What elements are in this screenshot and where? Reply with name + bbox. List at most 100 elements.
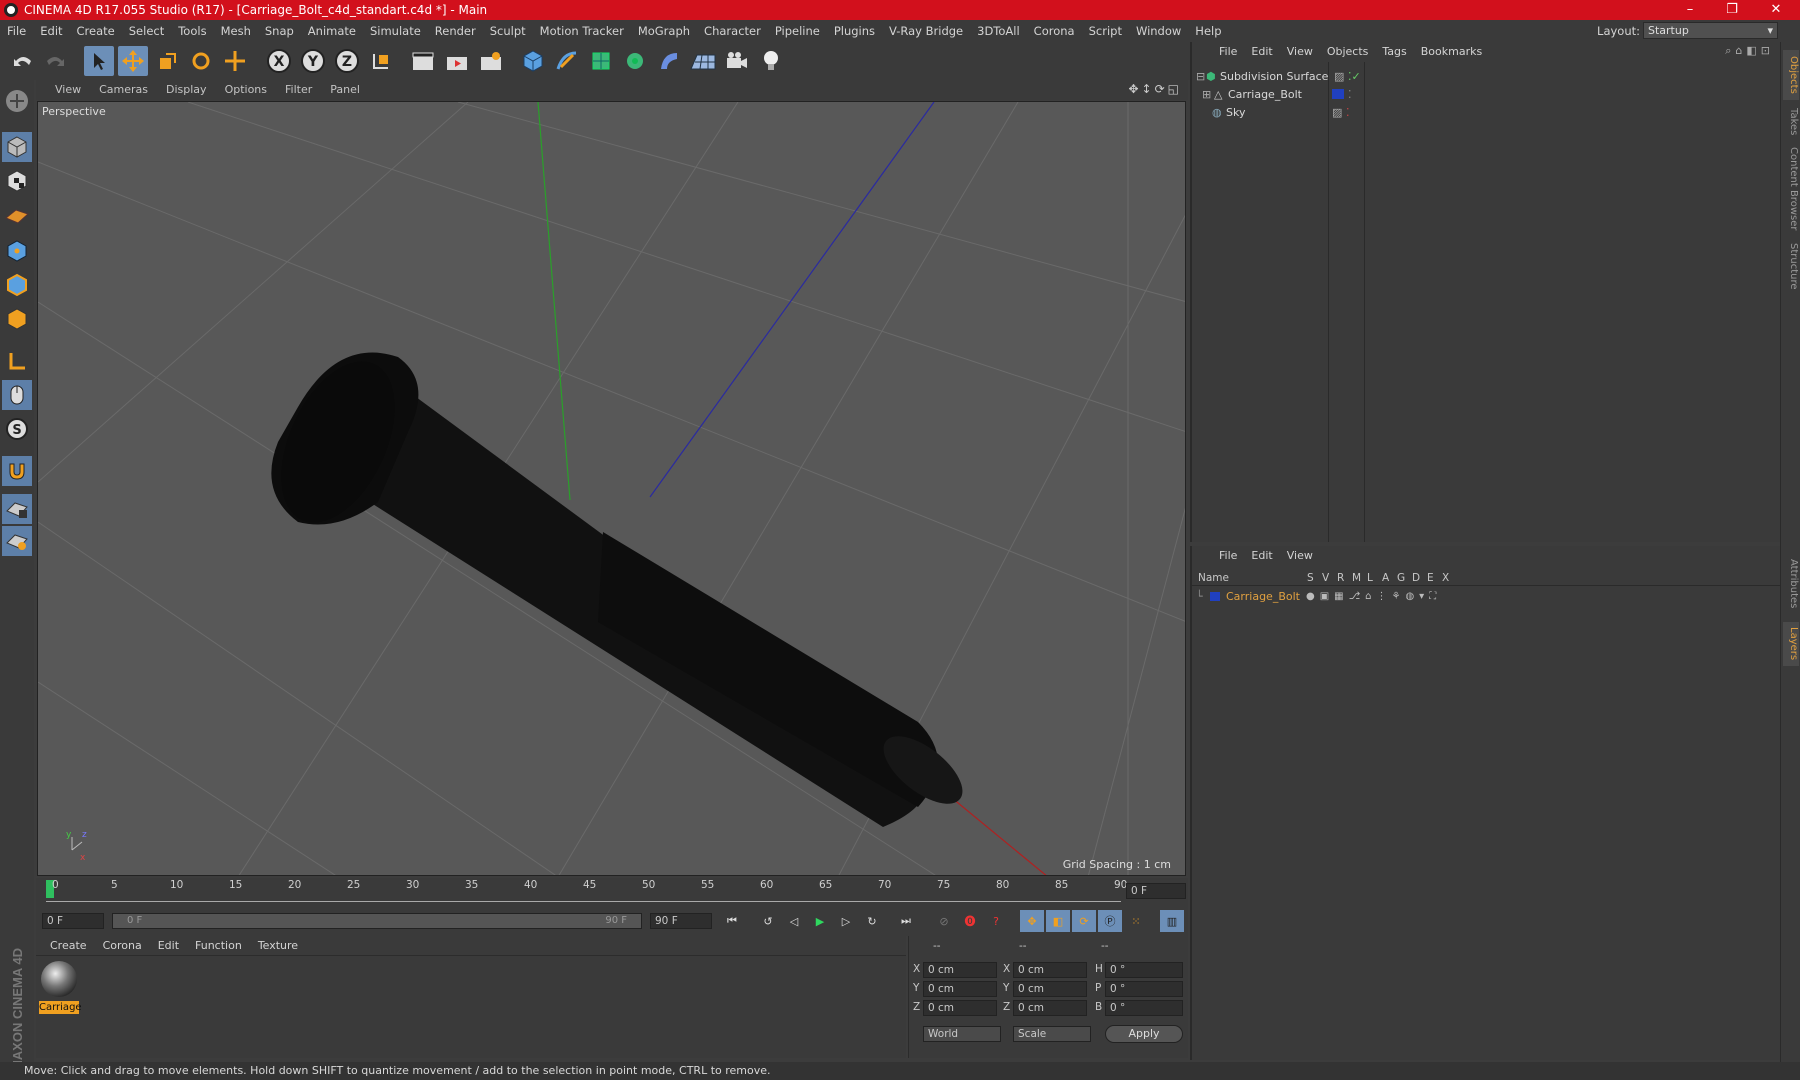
- tab-attributes[interactable]: Attributes: [1783, 552, 1799, 616]
- coord-rot-p-field[interactable]: 0 °: [1105, 981, 1183, 997]
- menu-sculpt[interactable]: Sculpt: [483, 20, 533, 42]
- z-axis-button[interactable]: Z: [332, 46, 362, 76]
- viewport-menu-cameras[interactable]: Cameras: [90, 79, 157, 101]
- menu-animate[interactable]: Animate: [301, 20, 363, 42]
- workplane-mode-button[interactable]: [2, 200, 32, 230]
- coord-size-x-field[interactable]: 0 cm: [1013, 962, 1087, 978]
- y-axis-button[interactable]: Y: [298, 46, 328, 76]
- layer-col-e[interactable]: E: [1427, 572, 1434, 584]
- menu-create[interactable]: Create: [70, 20, 122, 42]
- expand-icon[interactable]: ⊞: [1202, 88, 1214, 101]
- layer-col-r[interactable]: R: [1337, 572, 1344, 584]
- snap-button[interactable]: [2, 456, 32, 486]
- coordinate-system-button[interactable]: [366, 46, 396, 76]
- layer-col-d[interactable]: D: [1412, 572, 1420, 584]
- points-mode-button[interactable]: [2, 236, 32, 266]
- object-menu-file[interactable]: File: [1212, 41, 1244, 63]
- coord-pos-x-field[interactable]: 0 cm: [923, 962, 997, 978]
- prev-frame-button[interactable]: ◁: [782, 910, 806, 932]
- key-position-button[interactable]: ✥: [1020, 910, 1044, 932]
- material-menu-create[interactable]: Create: [42, 935, 95, 957]
- layer-col-s[interactable]: S: [1307, 572, 1314, 584]
- frame-range-slider[interactable]: 0 F 90 F: [112, 913, 642, 929]
- solo-mode-button[interactable]: S: [2, 414, 32, 444]
- menu-file[interactable]: File: [0, 20, 33, 42]
- transform-tool-button[interactable]: [220, 46, 250, 76]
- menu-3dtoall[interactable]: 3DToAll: [970, 20, 1027, 42]
- viewport-nav-icons[interactable]: ✥↕⟳◱: [1128, 82, 1182, 96]
- menu-motion-tracker[interactable]: Motion Tracker: [533, 20, 631, 42]
- axis-mode-button[interactable]: [2, 346, 32, 376]
- menu-help[interactable]: Help: [1188, 20, 1228, 42]
- layer-col-a[interactable]: A: [1382, 572, 1389, 584]
- tab-structure[interactable]: Structure: [1783, 236, 1799, 296]
- object-menu-view[interactable]: View: [1280, 41, 1320, 63]
- play-button[interactable]: ▶: [808, 910, 832, 932]
- start-frame-field[interactable]: 0 F: [42, 913, 104, 929]
- menu-window[interactable]: Window: [1129, 20, 1188, 42]
- maximize-button[interactable]: ❐: [1712, 0, 1752, 20]
- menu-snap[interactable]: Snap: [258, 20, 301, 42]
- coord-pos-y-field[interactable]: 0 cm: [923, 981, 997, 997]
- viewport-menu-display[interactable]: Display: [157, 79, 216, 101]
- object-menu-objects[interactable]: Objects: [1320, 41, 1376, 63]
- viewport-menu-filter[interactable]: Filter: [276, 79, 321, 101]
- material-menu-texture[interactable]: Texture: [250, 935, 306, 957]
- layer-menu-view[interactable]: View: [1280, 545, 1320, 567]
- next-key-button[interactable]: ↻: [860, 910, 884, 932]
- coord-pos-z-field[interactable]: 0 cm: [923, 1000, 997, 1016]
- key-rotation-button[interactable]: ⟳: [1072, 910, 1096, 932]
- layer-row-carriage-bolt[interactable]: └ Carriage_Bolt ●▣▦⎇⌂⋮⚘◍▾⛶: [1196, 587, 1776, 605]
- timeline-window-button[interactable]: ▥: [1160, 910, 1184, 932]
- menu-character[interactable]: Character: [697, 20, 768, 42]
- timeline-end-field[interactable]: 0 F: [1126, 883, 1186, 899]
- menu-mograph[interactable]: MoGraph: [631, 20, 697, 42]
- autokey-button[interactable]: ?: [984, 910, 1008, 932]
- timeline[interactable]: 0 5 10 15 20 25 30 35 40 45 50 55 60 65 70 75 80 85 90 0 F: [36, 878, 1188, 906]
- render-picture-viewer-button[interactable]: [442, 46, 472, 76]
- layer-col-name[interactable]: Name: [1198, 572, 1229, 584]
- menu-plugins[interactable]: Plugins: [827, 20, 882, 42]
- record-motion-button[interactable]: ⊘: [932, 910, 956, 932]
- cloner-button[interactable]: [620, 46, 650, 76]
- x-axis-button[interactable]: X: [264, 46, 294, 76]
- scale-tool-button[interactable]: [152, 46, 182, 76]
- tweak-mode-button[interactable]: [2, 380, 32, 410]
- layer-col-v[interactable]: V: [1322, 572, 1329, 584]
- object-menu-tags[interactable]: Tags: [1375, 41, 1413, 63]
- layer-color-swatch[interactable]: [1210, 591, 1220, 601]
- coord-rot-b-field[interactable]: 0 °: [1105, 1000, 1183, 1016]
- menu-script[interactable]: Script: [1082, 20, 1129, 42]
- coord-rot-h-field[interactable]: 0 °: [1105, 962, 1183, 978]
- collapse-icon[interactable]: ⊟: [1196, 70, 1206, 83]
- material-menu-edit[interactable]: Edit: [150, 935, 187, 957]
- coord-scale-select[interactable]: Scale: [1013, 1026, 1091, 1042]
- object-row-carriage-bolt[interactable]: ⊞ △ Carriage_Bolt ⁚: [1196, 85, 1776, 103]
- layer-col-m[interactable]: M: [1352, 572, 1361, 584]
- object-menu-edit[interactable]: Edit: [1244, 41, 1279, 63]
- menu-render[interactable]: Render: [428, 20, 483, 42]
- subdivision-surface-button[interactable]: [586, 46, 616, 76]
- layer-col-g[interactable]: G: [1397, 572, 1405, 584]
- workplane-snap-button[interactable]: [2, 526, 32, 556]
- menu-edit[interactable]: Edit: [33, 20, 69, 42]
- floor-button[interactable]: [688, 46, 718, 76]
- record-button[interactable]: ⓿: [958, 910, 982, 932]
- key-param-button[interactable]: Ⓟ: [1098, 910, 1122, 932]
- layer-menu-file[interactable]: File: [1212, 545, 1244, 567]
- deformer-button[interactable]: [654, 46, 684, 76]
- close-button[interactable]: ✕: [1756, 0, 1796, 20]
- render-view-button[interactable]: [408, 46, 438, 76]
- polygons-mode-button[interactable]: [2, 304, 32, 334]
- coord-size-y-field[interactable]: 0 cm: [1013, 981, 1087, 997]
- end-frame-field[interactable]: 90 F: [650, 913, 712, 929]
- 3d-viewport[interactable]: y z x Perspective Grid Spacing : 1 cm: [37, 101, 1186, 876]
- layer-name[interactable]: Carriage_Bolt: [1226, 590, 1306, 603]
- visibility-dots-icon[interactable]: ⁚: [1348, 88, 1352, 101]
- menu-simulate[interactable]: Simulate: [363, 20, 428, 42]
- goto-end-button[interactable]: ⏭: [894, 910, 918, 932]
- material-menu-corona[interactable]: Corona: [95, 935, 150, 957]
- coord-size-z-field[interactable]: 0 cm: [1013, 1000, 1087, 1016]
- prev-key-button[interactable]: ↺: [756, 910, 780, 932]
- layer-toggle-icons[interactable]: ●▣▦⎇⌂⋮⚘◍▾⛶: [1306, 591, 1441, 602]
